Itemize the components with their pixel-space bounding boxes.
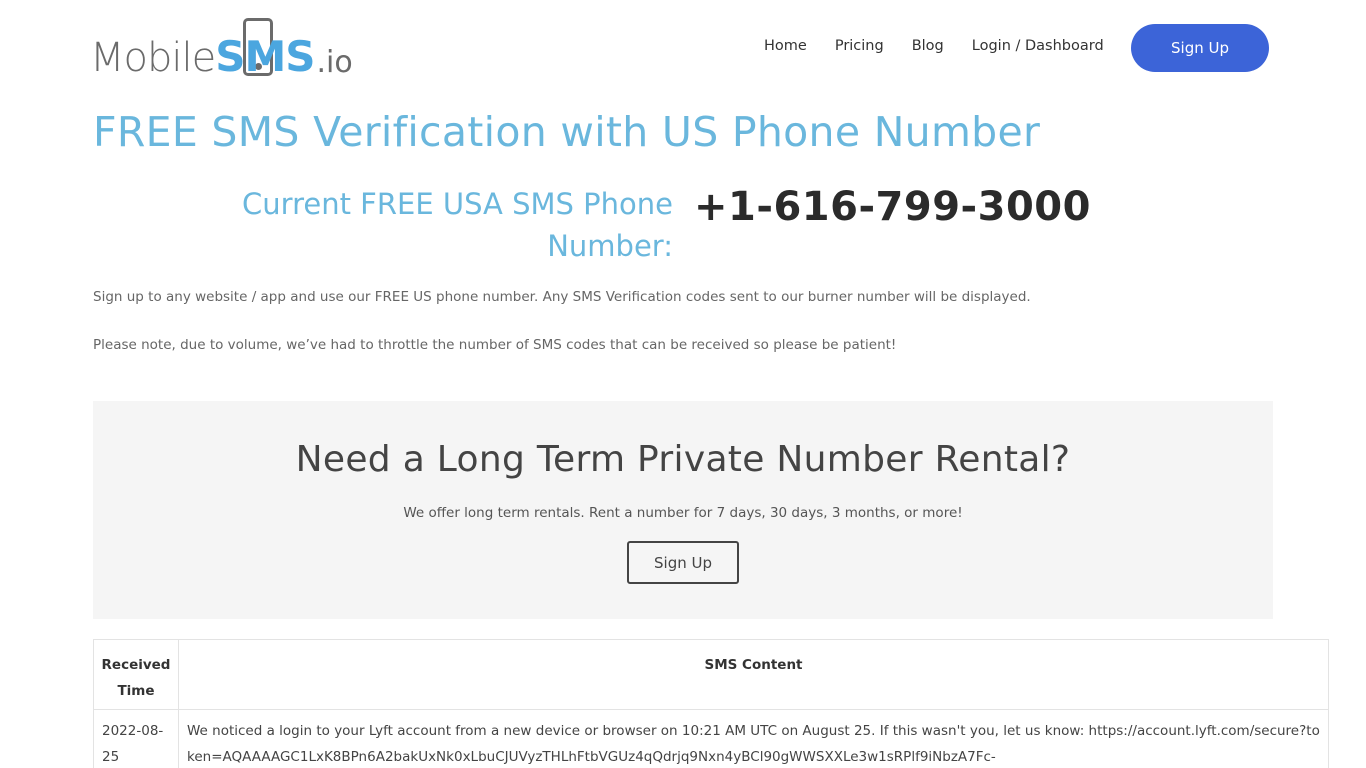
site-header: Mobile SMS .io Home Pricing Blog Login /… [0,0,1366,96]
nav-home[interactable]: Home [764,38,807,54]
phone-number: +1-616-799-3000 [694,184,1091,230]
logo-text-sms: SMS [215,32,315,81]
logo-sms-wrap: SMS [215,18,316,78]
promo-signup-button[interactable]: Sign Up [627,541,739,584]
row-received-time: 2022-08-25 [93,709,179,768]
logo-text-io: .io [316,45,353,80]
header-received-time: Received Time [93,639,179,710]
sms-table: Received Time SMS Content 2022-08-25 We … [93,639,1329,768]
table-header-row: Received Time SMS Content [93,639,1329,710]
promo-title: Need a Long Term Private Number Rental? [295,439,1071,480]
row-sms-content: We noticed a login to your Lyft account … [178,709,1329,768]
page-title: FREE SMS Verification with US Phone Numb… [93,108,1041,156]
nav-pricing[interactable]: Pricing [835,38,884,54]
header-sms-content: SMS Content [178,639,1329,710]
site-logo[interactable]: Mobile SMS .io [90,18,353,78]
intro-paragraph: Sign up to any website / app and use our… [93,289,1031,305]
header-signup-button[interactable]: Sign Up [1131,24,1269,72]
rental-promo-box: Need a Long Term Private Number Rental? … [93,401,1273,619]
nav-blog[interactable]: Blog [912,38,944,54]
throttle-notice: Please note, due to volume, we’ve had to… [93,337,897,353]
table-row: 2022-08-25 We noticed a login to your Ly… [93,709,1329,768]
logo-text-mobile: Mobile [90,35,216,81]
nav-login-dashboard[interactable]: Login / Dashboard [972,38,1104,54]
current-number-label: Current FREE USA SMS Phone Number: [242,187,673,263]
promo-subtitle: We offer long term rentals. Rent a numbe… [403,505,963,521]
main-nav: Home Pricing Blog Login / Dashboard [764,38,1132,54]
